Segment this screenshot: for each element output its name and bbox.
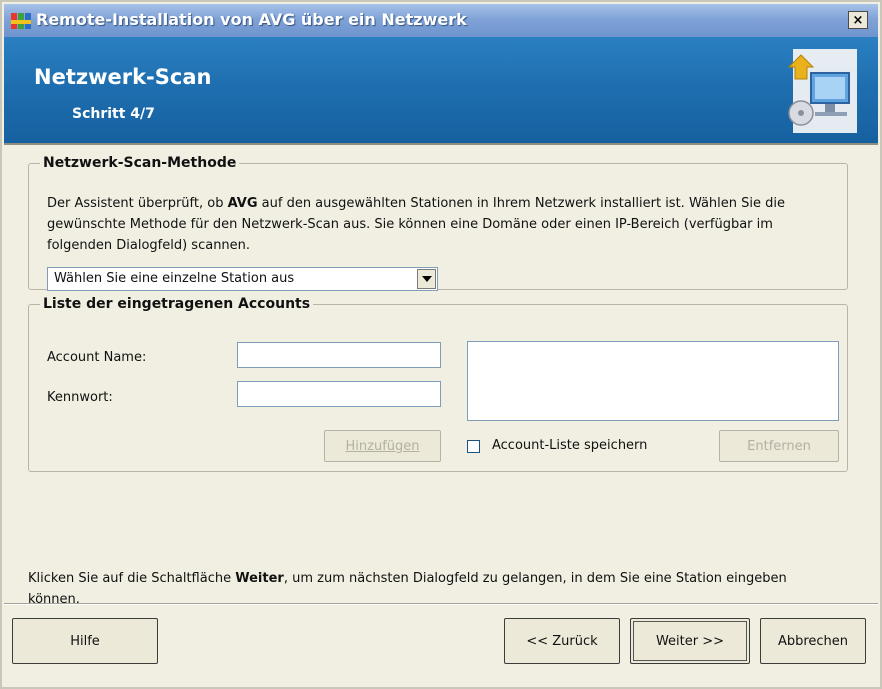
desc-avg: AVG	[227, 196, 258, 211]
bottom-separator-highlight	[4, 604, 878, 605]
save-account-list-label[interactable]: Account-Liste speichern	[492, 438, 647, 453]
scan-method-selected: Wählen Sie eine einzelne Station aus	[54, 271, 295, 286]
header-banner: Netzwerk-Scan Schritt 4/7	[4, 37, 878, 143]
back-button[interactable]: << Zurück	[504, 618, 620, 664]
close-icon: ×	[852, 12, 864, 28]
help-button[interactable]: Hilfe	[12, 618, 158, 664]
network-installation-icon	[787, 49, 857, 133]
scan-method-group: Netzwerk-Scan-Methode Der Assistent über…	[28, 155, 848, 291]
chevron-down-icon	[421, 276, 432, 282]
account-list-box[interactable]	[467, 341, 839, 421]
title-bar[interactable]: Remote-Installation von AVG über ein Net…	[4, 4, 878, 37]
step-indicator: Schritt 4/7	[72, 106, 155, 122]
save-account-list-checkbox[interactable]	[467, 440, 480, 453]
password-label: Kennwort:	[47, 390, 113, 405]
account-name-input[interactable]	[237, 342, 441, 368]
accounts-group: Liste der eingetragenen Accounts Account…	[28, 296, 848, 472]
password-input[interactable]	[237, 381, 441, 407]
close-button[interactable]: ×	[848, 11, 868, 29]
scan-method-dropdown[interactable]: Wählen Sie eine einzelne Station aus	[47, 267, 438, 291]
avg-app-icon	[11, 13, 31, 29]
accounts-legend: Liste der eingetragenen Accounts	[43, 296, 311, 312]
dropdown-button[interactable]	[417, 269, 436, 289]
desc-text-1: Der Assistent überprüft, ob	[47, 196, 228, 211]
content-area: Netzwerk-Scan-Methode Der Assistent über…	[4, 145, 878, 607]
footer-text-1: Klicken Sie auf die Schaltfläche	[28, 571, 236, 586]
installer-window: Remote-Installation von AVG über ein Net…	[0, 0, 882, 689]
window-title: Remote-Installation von AVG über ein Net…	[36, 10, 467, 29]
add-account-button[interactable]: Hinzufügen	[324, 430, 441, 462]
cancel-button[interactable]: Abbrechen	[760, 618, 866, 664]
account-name-label: Account Name:	[47, 350, 147, 365]
footer-next-bold: Weiter	[235, 571, 284, 586]
page-title: Netzwerk-Scan	[34, 65, 212, 89]
next-button[interactable]: Weiter >>	[630, 618, 750, 664]
scan-method-description: Der Assistent überprüft, ob AVG auf den …	[47, 193, 837, 256]
scan-method-legend: Netzwerk-Scan-Methode	[43, 155, 237, 171]
remove-account-button[interactable]: Entfernen	[719, 430, 839, 462]
